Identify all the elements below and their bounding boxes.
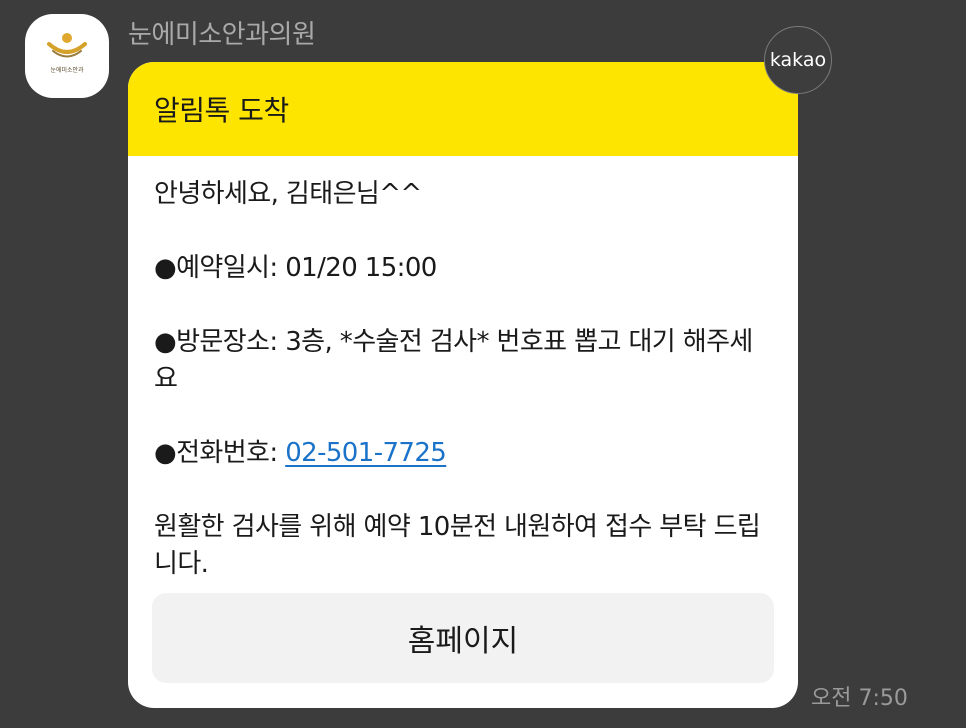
message-bubble: 알림톡 도착 안녕하세요, 김태은님^^ ●예약일시: 01/20 15:00 … (128, 62, 798, 708)
phone-link[interactable]: 02-501-7725 (285, 438, 447, 468)
message-time: 오전 7:50 (811, 686, 908, 711)
homepage-button[interactable]: 홈페이지 (152, 593, 774, 683)
reservation-value: 01/20 15:00 (285, 253, 437, 283)
message-header-title: 알림톡 도착 (154, 94, 289, 127)
sender-name: 눈에미소안과의원 (128, 20, 316, 50)
clinic-logo-icon: 눈에미소안과 (47, 33, 87, 74)
message-body: 안녕하세요, 김태은님^^ ●예약일시: 01/20 15:00 ●방문장소: … (128, 156, 798, 583)
avatar[interactable]: 눈에미소안과 (25, 14, 109, 98)
avatar-logo-text: 눈에미소안과 (50, 66, 84, 74)
phone-label: ●전화번호: (154, 438, 286, 468)
location-label: ●방문장소: (154, 327, 286, 357)
location-line: ●방문장소: 3층, *수술전 검사* 번호표 뽑고 대기 해주세요 (154, 324, 772, 398)
message-header: 알림톡 도착 (128, 62, 798, 156)
notice-text: 원활한 검사를 위해 예약 10분전 내원하여 접수 부탁 드립니다. (154, 512, 761, 579)
reservation-label: ●예약일시: (154, 253, 286, 283)
kakao-badge: kakao (764, 26, 832, 94)
reservation-line: ●예약일시: 01/20 15:00 (154, 250, 772, 287)
phone-line: ●전화번호: 02-501-7725 (154, 435, 772, 472)
greeting-text: 안녕하세요, 김태은님^^ (154, 179, 422, 209)
